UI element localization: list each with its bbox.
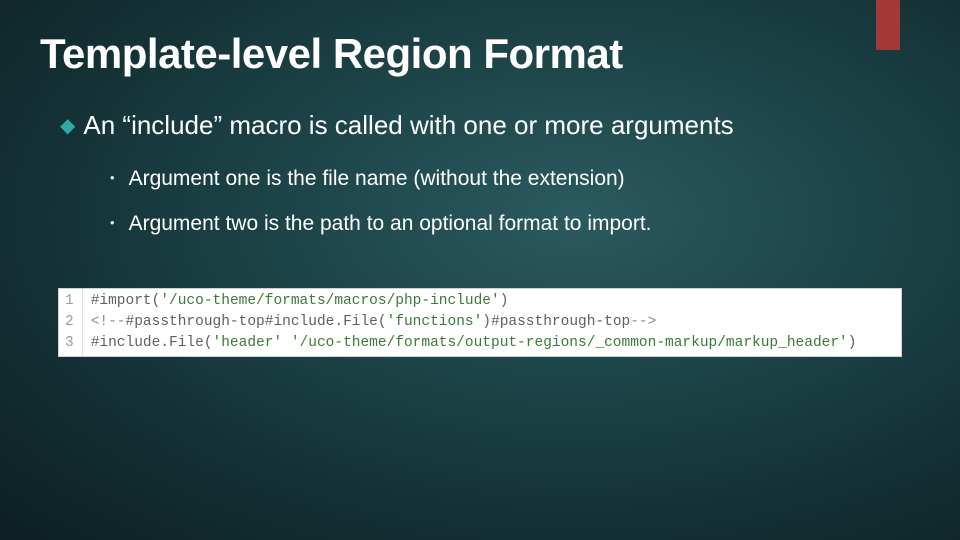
bullet-sub-2: • Argument two is the path to an optiona…: [110, 210, 920, 237]
bullet-sub-2-text: Argument two is the path to an optional …: [129, 210, 652, 237]
code-content: #import('/uco-theme/formats/macros/php-i…: [83, 289, 865, 356]
code-line-3: #include.File('header' '/uco-theme/forma…: [91, 333, 857, 354]
code-line-1: #import('/uco-theme/formats/macros/php-i…: [91, 291, 857, 312]
diamond-bullet-icon: ◆: [60, 113, 75, 138]
code-gutter: 1 2 3: [59, 289, 83, 356]
line-number: 1: [65, 291, 74, 312]
bullet-main: ◆ An “include” macro is called with one …: [60, 108, 920, 143]
bullet-sub-1: • Argument one is the file name (without…: [110, 165, 920, 192]
dot-bullet-icon: •: [110, 170, 115, 185]
line-number: 2: [65, 312, 74, 333]
slide-content: Template-level Region Format ◆ An “inclu…: [0, 0, 960, 357]
bullet-sub-1-text: Argument one is the file name (without t…: [129, 165, 625, 192]
bullet-main-text: An “include” macro is called with one or…: [83, 108, 733, 143]
code-block: 1 2 3 #import('/uco-theme/formats/macros…: [58, 288, 902, 357]
code-line-2: <!--#passthrough-top#include.File('funct…: [91, 312, 857, 333]
slide-title: Template-level Region Format: [40, 30, 920, 78]
line-number: 3: [65, 333, 74, 354]
dot-bullet-icon: •: [110, 215, 115, 230]
accent-bar: [876, 0, 900, 50]
